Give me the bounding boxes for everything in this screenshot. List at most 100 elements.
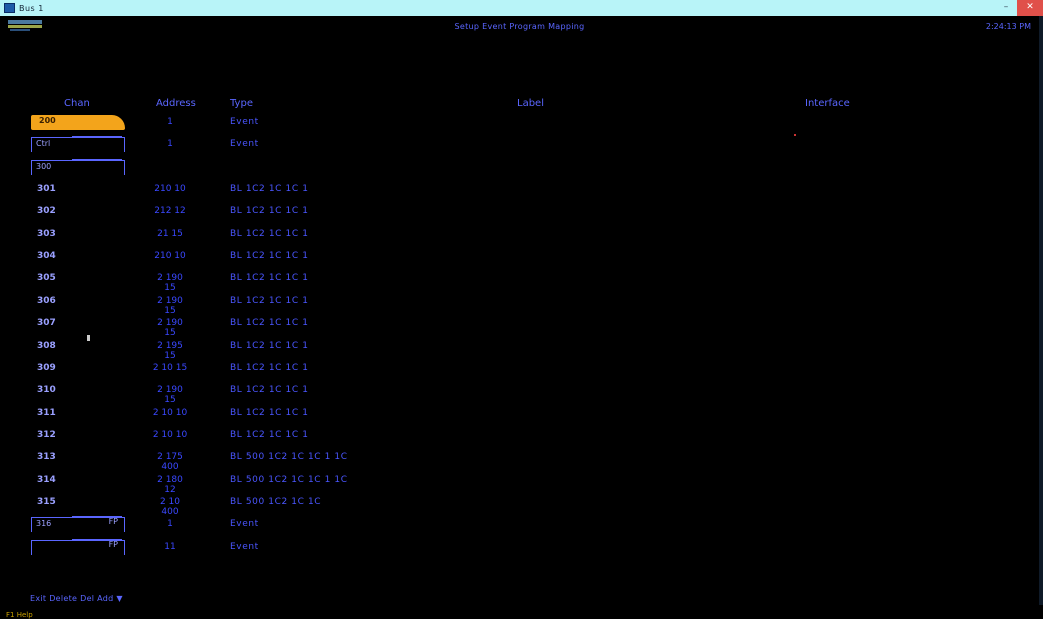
channel-label: 200 bbox=[39, 116, 56, 125]
channel-cell: 307 bbox=[37, 318, 56, 328]
address-cell: 1 bbox=[167, 117, 173, 127]
table-row[interactable]: 308 2 195 15 BL 1C2 1C 1C 1 bbox=[0, 338, 1039, 361]
type-cell: BL 1C2 1C 1C 1 bbox=[230, 318, 309, 328]
minimize-button[interactable]: – bbox=[995, 0, 1017, 16]
channel-cell: 301 bbox=[37, 184, 56, 194]
address-cell: 21 15 bbox=[157, 229, 183, 239]
address-cell: 1 bbox=[167, 139, 173, 149]
channel-box[interactable]: Ctrl bbox=[31, 136, 125, 152]
type-cell: BL 500 1C2 1C 1C 1 1C bbox=[230, 475, 348, 485]
window-controls: – ✕ bbox=[995, 0, 1043, 16]
type-cell: BL 1C2 1C 1C 1 bbox=[230, 430, 309, 440]
channel-cell: 313 bbox=[37, 452, 56, 462]
table-row[interactable]: 310 2 190 15 BL 1C2 1C 1C 1 bbox=[0, 382, 1039, 405]
table-row[interactable]: 307 2 190 15 BL 1C2 1C 1C 1 bbox=[0, 315, 1039, 338]
type-cell: BL 1C2 1C 1C 1 bbox=[230, 229, 309, 239]
close-button[interactable]: ✕ bbox=[1017, 0, 1043, 16]
type-cell: BL 1C2 1C 1C 1 bbox=[230, 385, 309, 395]
address-cell: 212 12 bbox=[154, 206, 186, 216]
address-cell: 2 175 400 bbox=[157, 452, 183, 472]
type-cell: BL 1C2 1C 1C 1 bbox=[230, 184, 309, 194]
terminal-screen: Setup Event Program Mapping 2:24:13 PM C… bbox=[0, 16, 1043, 619]
type-cell: BL 500 1C2 1C 1C bbox=[230, 497, 322, 507]
type-cell: BL 1C2 1C 1C 1 bbox=[230, 251, 309, 261]
table-row[interactable]: 311 2 10 10 BL 1C2 1C 1C 1 bbox=[0, 405, 1039, 423]
address-cell: 2 10 400 bbox=[159, 497, 181, 517]
table-row[interactable]: 315 2 10 400 BL 500 1C2 1C 1C bbox=[0, 494, 1039, 517]
channel-cell: 312 bbox=[37, 430, 56, 440]
table-row[interactable]: 200 1 Event bbox=[0, 114, 1039, 132]
address-cell: 210 10 bbox=[154, 184, 186, 194]
header-channel: Chan bbox=[64, 98, 90, 109]
channel-box[interactable]: 300 bbox=[31, 159, 125, 175]
header-interface: Interface bbox=[805, 98, 850, 109]
header-label: Label bbox=[517, 98, 544, 109]
channel-cell: 314 bbox=[37, 475, 56, 485]
type-cell: BL 1C2 1C 1C 1 bbox=[230, 296, 309, 306]
table-row[interactable]: 306 2 190 15 BL 1C2 1C 1C 1 bbox=[0, 293, 1039, 316]
channel-label: 316 bbox=[36, 519, 52, 528]
screen-title: Setup Event Program Mapping bbox=[454, 22, 585, 31]
table-row[interactable]: 313 2 175 400 BL 500 1C2 1C 1C 1 1C bbox=[0, 449, 1039, 472]
type-cell: Event bbox=[230, 139, 259, 149]
channel-flag: FP bbox=[108, 540, 118, 549]
table-row[interactable]: 302 212 12 BL 1C2 1C 1C 1 bbox=[0, 203, 1039, 221]
table-row[interactable]: Ctrl 1 Event bbox=[0, 136, 1039, 154]
table-row[interactable]: 304 210 10 BL 1C2 1C 1C 1 bbox=[0, 248, 1039, 266]
footer-keys: Exit Delete Del Add ▼ bbox=[30, 594, 123, 603]
channel-label: Ctrl bbox=[36, 139, 51, 148]
type-cell: BL 1C2 1C 1C 1 bbox=[230, 363, 309, 373]
box-divider bbox=[72, 159, 122, 160]
table-row[interactable]: 303 21 15 BL 1C2 1C 1C 1 bbox=[0, 226, 1039, 244]
table-row[interactable]: FP 11 Event bbox=[0, 539, 1039, 557]
type-cell: BL 1C2 1C 1C 1 bbox=[230, 408, 309, 418]
channel-box[interactable]: FP bbox=[31, 539, 125, 555]
type-cell: Event bbox=[230, 542, 259, 552]
channel-cell: 310 bbox=[37, 385, 56, 395]
address-cell: 1 bbox=[167, 519, 173, 529]
address-cell: 11 bbox=[164, 542, 176, 552]
channel-cell: 305 bbox=[37, 273, 56, 283]
window-title: Bus 1 bbox=[19, 3, 44, 13]
address-cell: 2 10 15 bbox=[152, 363, 188, 373]
status-tag: F1 Help bbox=[6, 611, 33, 619]
address-cell: 2 190 15 bbox=[157, 318, 183, 338]
channel-flag: FP bbox=[108, 517, 118, 526]
address-cell: 2 10 10 bbox=[152, 430, 188, 440]
red-marker bbox=[794, 134, 796, 136]
type-cell: BL 1C2 1C 1C 1 bbox=[230, 273, 309, 283]
channel-cell: 302 bbox=[37, 206, 56, 216]
table-row[interactable]: 312 2 10 10 BL 1C2 1C 1C 1 bbox=[0, 427, 1039, 445]
address-cell: 2 190 15 bbox=[157, 385, 183, 405]
type-cell: BL 500 1C2 1C 1C 1 1C bbox=[230, 452, 348, 462]
mouse-cursor bbox=[87, 335, 90, 341]
channel-cell: 308 bbox=[37, 341, 56, 351]
table-row[interactable]: 301 210 10 BL 1C2 1C 1C 1 bbox=[0, 181, 1039, 199]
box-divider bbox=[72, 136, 122, 137]
address-cell: 2 190 15 bbox=[157, 273, 183, 293]
channel-label: 300 bbox=[36, 162, 52, 171]
type-cell: BL 1C2 1C 1C 1 bbox=[230, 206, 309, 216]
address-cell: 2 180 12 bbox=[157, 475, 183, 495]
table-row[interactable]: 305 2 190 15 BL 1C2 1C 1C 1 bbox=[0, 270, 1039, 293]
clock: 2:24:13 PM bbox=[985, 22, 1031, 31]
address-cell: 210 10 bbox=[154, 251, 186, 261]
channel-cell: 303 bbox=[37, 229, 56, 239]
type-cell: Event bbox=[230, 117, 259, 127]
table-row[interactable]: 316 FP 1 Event bbox=[0, 516, 1039, 534]
address-cell: 2 10 10 bbox=[152, 408, 188, 418]
window-app-icon bbox=[4, 3, 15, 13]
table-row[interactable]: 314 2 180 12 BL 500 1C2 1C 1C 1 1C bbox=[0, 472, 1039, 495]
address-cell: 2 190 15 bbox=[157, 296, 183, 316]
channel-cell: 311 bbox=[37, 408, 56, 418]
header-type: Type bbox=[230, 98, 253, 109]
window-titlebar: Bus 1 – ✕ bbox=[0, 0, 1043, 17]
channel-box[interactable]: 316 FP bbox=[31, 516, 125, 532]
address-cell: 2 195 15 bbox=[157, 341, 183, 361]
table-row[interactable]: 309 2 10 15 BL 1C2 1C 1C 1 bbox=[0, 360, 1039, 378]
selected-channel-cell[interactable]: 200 bbox=[31, 115, 125, 130]
table-row[interactable]: 300 bbox=[0, 159, 1039, 177]
type-cell: BL 1C2 1C 1C 1 bbox=[230, 341, 309, 351]
channel-cell: 306 bbox=[37, 296, 56, 306]
channel-cell: 304 bbox=[37, 251, 56, 261]
